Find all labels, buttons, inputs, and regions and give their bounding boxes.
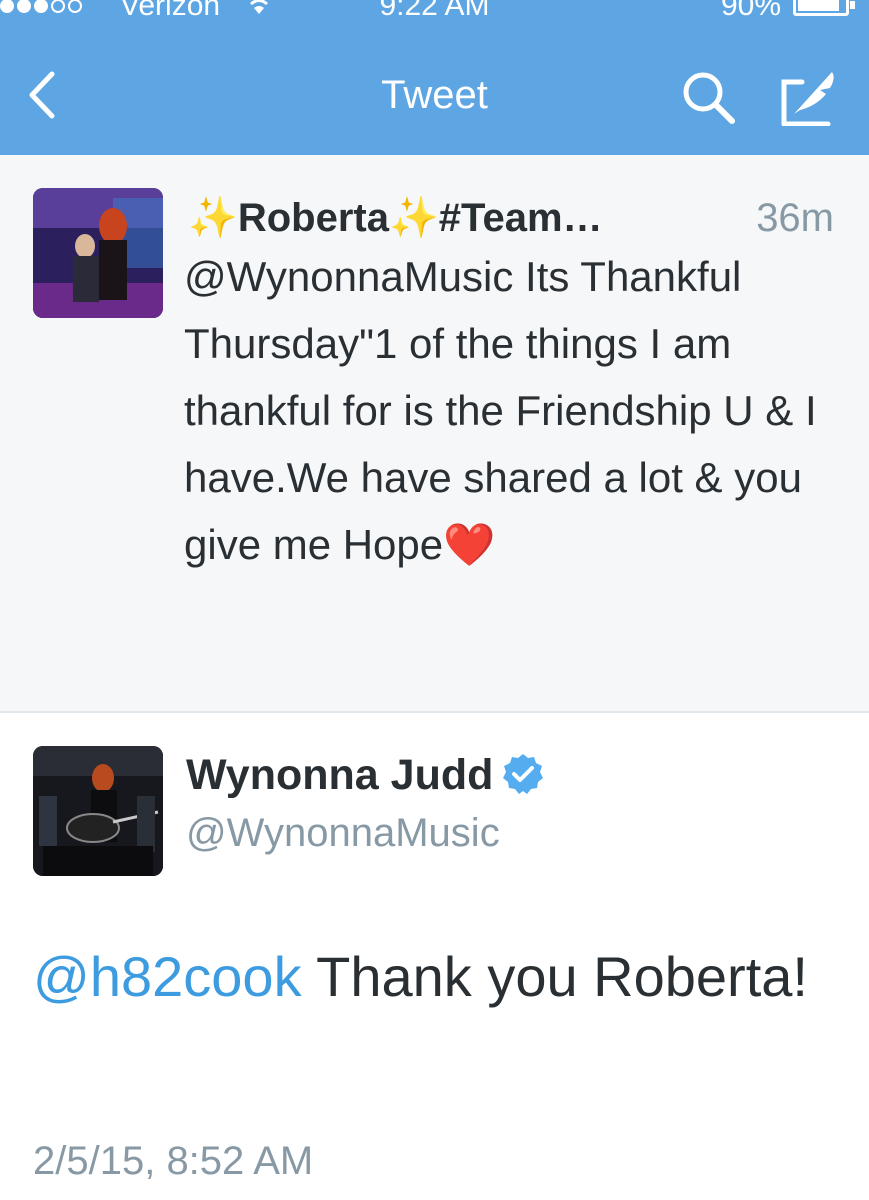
top-bar: Verizon 9:22 AM 90% Tweet xyxy=(0,0,869,155)
sparkle-emoji: ✨ xyxy=(188,196,238,240)
tweet-text: @WynonnaMusic Its Thankful Thursday"1 of… xyxy=(184,253,817,568)
concert-photo-icon xyxy=(33,746,163,876)
tweet-timestamp: 2/5/15, 8:52 AM xyxy=(33,1139,314,1183)
author-name[interactable]: Roberta xyxy=(238,196,389,240)
status-bar: Verizon 9:22 AM 90% xyxy=(0,0,869,26)
avatar[interactable] xyxy=(33,188,163,318)
page-title: Tweet xyxy=(381,73,488,117)
compose-icon[interactable] xyxy=(776,66,840,126)
tweet-header: ✨Roberta✨#Team… 36m xyxy=(188,188,848,248)
verified-badge-icon xyxy=(503,753,544,794)
sparkle-emoji: ✨ xyxy=(388,196,439,240)
search-icon[interactable] xyxy=(680,70,738,126)
mention-link[interactable]: @h82cook xyxy=(33,945,302,1008)
author-name[interactable]: Wynonna Judd xyxy=(186,745,545,805)
tweet-text: @h82cook Thank you Roberta! xyxy=(33,945,808,1008)
main-tweet: Wynonna Judd @WynonnaMusic @h82cook Than… xyxy=(0,713,869,1200)
parent-tweet[interactable]: ✨Roberta✨#Team… 36m @WynonnaMusic Its Th… xyxy=(0,155,869,713)
battery-icon xyxy=(793,0,855,16)
avatar[interactable] xyxy=(33,746,163,876)
heart-emoji: ❤️ xyxy=(443,521,496,568)
stage-photo-icon xyxy=(33,188,163,318)
author-name-suffix[interactable]: #Team… xyxy=(439,196,603,240)
author-handle[interactable]: @WynonnaMusic xyxy=(186,805,500,861)
tweet-time: 36m xyxy=(756,196,834,240)
battery-percent: 90% xyxy=(720,0,781,22)
